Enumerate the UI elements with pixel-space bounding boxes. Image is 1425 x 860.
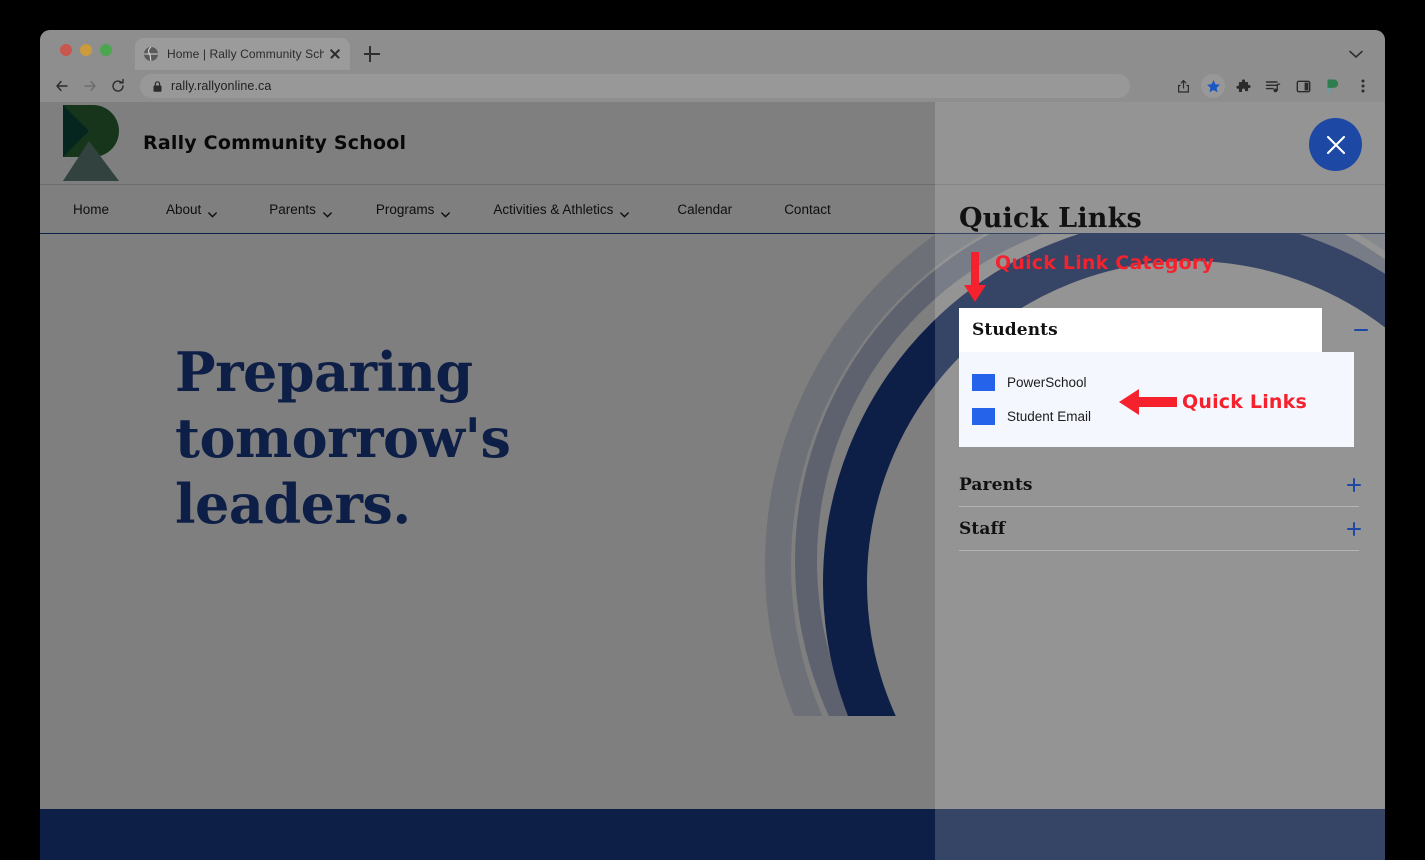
annotation-arrow-left-icon — [1119, 388, 1177, 416]
browser-tab[interactable]: Home | Rally Community Schoo — [135, 38, 350, 70]
new-tab-button[interactable] — [362, 44, 382, 64]
browser-window: Home | Rally Community Schoo rally.rally… — [40, 30, 1385, 860]
quick-link-label: Student Email — [1007, 408, 1092, 424]
accordion-header-parents[interactable]: Parents — [959, 463, 1361, 507]
quick-links-panel: Quick Links Students PowerSchool Student… — [935, 102, 1385, 860]
screenshot-root: Home | Rally Community Schoo rally.rally… — [0, 0, 1425, 860]
quick-links-accordion: Students PowerSchool Student Email Paren… — [959, 308, 1368, 551]
accordion-label: Students — [972, 320, 1058, 340]
globe-icon — [143, 46, 159, 62]
reload-icon[interactable] — [104, 72, 132, 100]
bookmark-star-icon[interactable] — [1201, 74, 1225, 98]
reading-list-icon[interactable] — [1261, 74, 1285, 98]
accordion-label: Parents — [959, 474, 1033, 495]
profile-avatar-icon[interactable] — [1321, 74, 1345, 98]
plus-icon[interactable] — [1341, 463, 1367, 507]
lock-icon — [152, 80, 163, 93]
accordion-item-staff: Staff — [959, 507, 1361, 551]
plus-icon[interactable] — [1341, 507, 1367, 551]
maximize-window-button[interactable] — [100, 44, 112, 56]
window-controls[interactable] — [60, 44, 112, 56]
annotation-arrow-down-icon — [958, 252, 992, 304]
accordion-spacer — [959, 447, 1359, 463]
accordion-header-students[interactable]: Students — [959, 308, 1368, 352]
accordion-item-parents: Parents — [959, 463, 1361, 507]
side-panel-icon[interactable] — [1291, 74, 1315, 98]
more-menu-icon[interactable] — [1351, 74, 1375, 98]
browser-tab-strip: Home | Rally Community Schoo — [40, 30, 1385, 70]
close-tab-icon[interactable] — [328, 47, 342, 61]
back-arrow-icon[interactable] — [48, 72, 76, 100]
link-bullet-icon — [972, 373, 995, 391]
share-icon[interactable] — [1171, 74, 1195, 98]
tab-title: Home | Rally Community Schoo — [167, 47, 324, 61]
address-bar-url: rally.rallyonline.ca — [171, 79, 272, 93]
browser-toolbar: rally.rallyonline.ca — [40, 70, 1385, 102]
minus-icon[interactable] — [1348, 308, 1374, 352]
annotation-quick-links: Quick Links — [1182, 391, 1307, 413]
close-icon — [1326, 135, 1345, 154]
annotation-quick-link-category: Quick Link Category — [995, 252, 1215, 274]
chevron-down-icon[interactable] — [1349, 46, 1363, 59]
quick-link-label: PowerSchool — [1007, 374, 1087, 390]
panel-title: Quick Links — [959, 203, 1142, 234]
minimize-window-button[interactable] — [80, 44, 92, 56]
page-viewport: Rally Community School Home About Parent — [40, 102, 1385, 860]
link-bullet-icon — [972, 407, 995, 425]
navigation-buttons — [48, 72, 132, 100]
address-bar[interactable]: rally.rallyonline.ca — [140, 74, 1130, 98]
accordion-label: Staff — [959, 518, 1006, 539]
close-panel-button[interactable] — [1309, 118, 1362, 171]
accordion-item-students: Students PowerSchool Student Email — [959, 308, 1368, 463]
close-window-button[interactable] — [60, 44, 72, 56]
extensions-puzzle-icon[interactable] — [1231, 74, 1255, 98]
forward-arrow-icon[interactable] — [76, 72, 104, 100]
toolbar-icon-group — [1171, 70, 1375, 102]
accordion-header-staff[interactable]: Staff — [959, 507, 1361, 551]
